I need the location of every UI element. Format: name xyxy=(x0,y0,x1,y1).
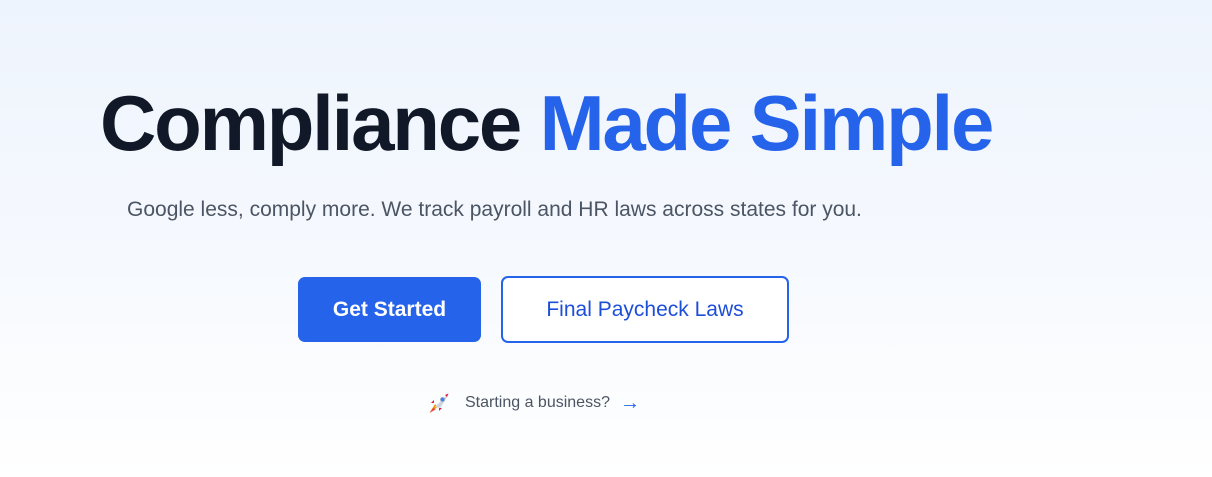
get-started-button[interactable]: Get Started xyxy=(298,277,481,342)
starting-business-label: Starting a business? xyxy=(465,394,610,411)
hero-title-accent: Made Simple xyxy=(539,79,995,167)
hero-subtitle: Google less, comply more. We track payro… xyxy=(127,198,862,221)
arrow-right-icon: → xyxy=(619,392,640,414)
starting-business-link[interactable]: Starting a business? → xyxy=(426,388,640,418)
hero-title-main: Compliance xyxy=(100,79,522,167)
final-paycheck-laws-button[interactable]: Final Paycheck Laws xyxy=(501,276,789,343)
hero-title: Compliance Made Simple xyxy=(100,78,995,168)
hero-section: Compliance Made Simple Google less, comp… xyxy=(0,0,1212,477)
rocket-icon xyxy=(426,390,452,416)
